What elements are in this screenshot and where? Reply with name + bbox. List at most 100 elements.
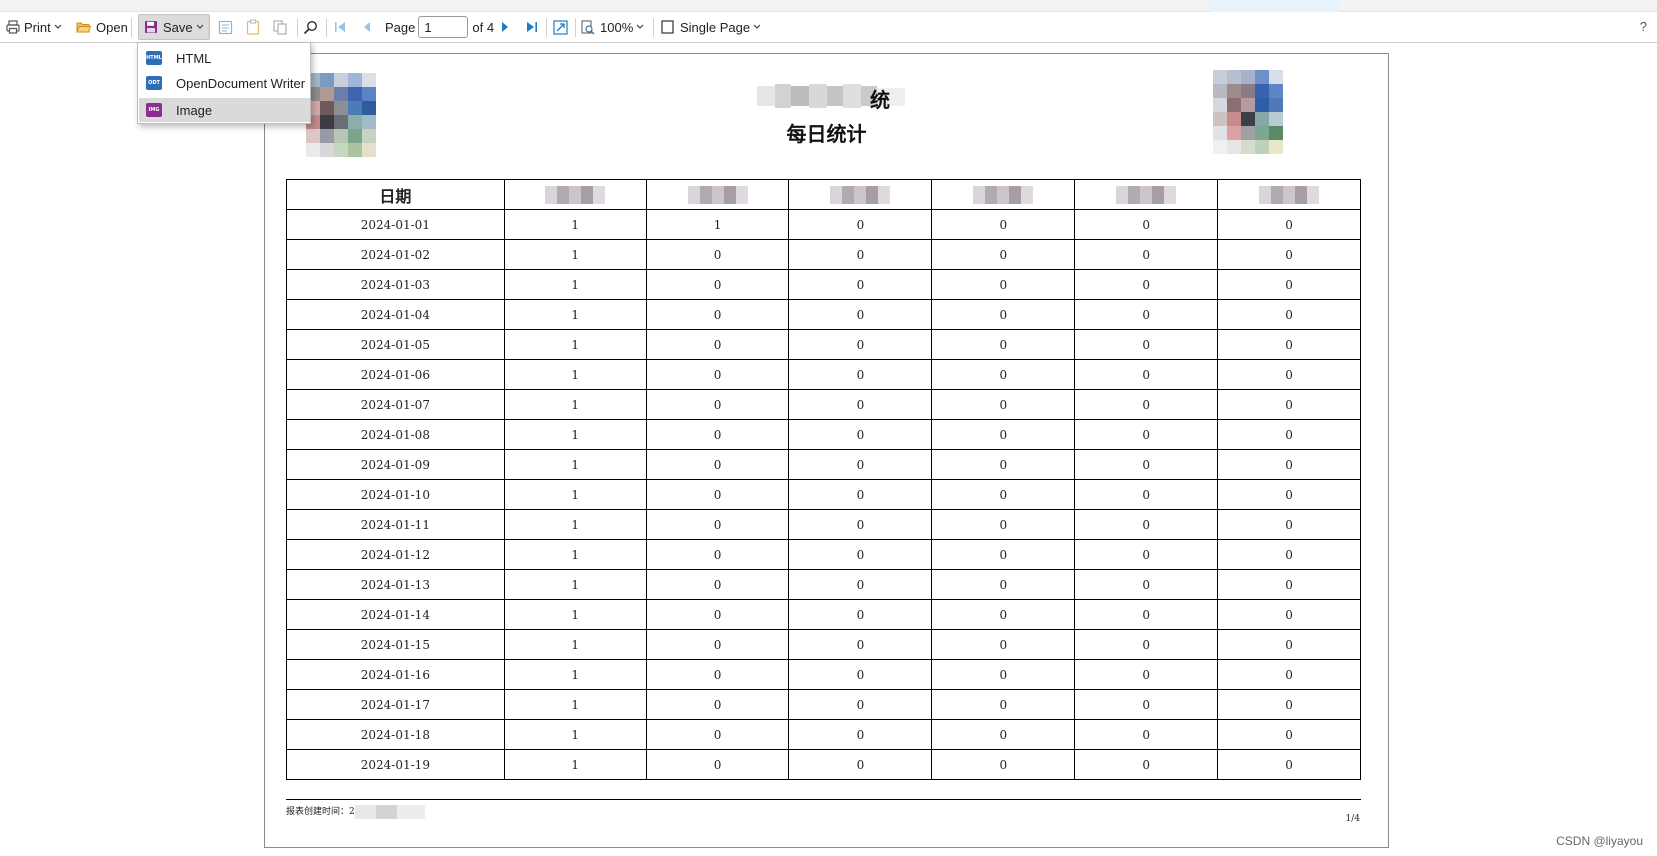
previous-page-button[interactable]: [362, 12, 372, 42]
date-cell: 2024-01-15: [286, 629, 505, 660]
value-cell: 0: [645, 599, 790, 630]
redacted-header: [973, 186, 1034, 205]
value-cell: 0: [645, 419, 790, 450]
date-cell: 2024-01-16: [286, 659, 505, 690]
value-cell: 0: [1217, 689, 1361, 720]
help-button[interactable]: ?: [1640, 19, 1647, 34]
value-cell: 0: [1074, 569, 1219, 600]
value-cell: 0: [1217, 299, 1361, 330]
value-cell: 0: [1217, 719, 1361, 750]
toolbar-divider: [208, 18, 209, 37]
value-cell: 1: [503, 269, 647, 300]
copy-button[interactable]: [273, 12, 287, 42]
save-button[interactable]: Save: [138, 14, 210, 40]
table-row: 2024-01-13 1 0 0 0 0 0: [286, 569, 1361, 600]
page-number-input[interactable]: [418, 16, 469, 38]
next-page-button[interactable]: [500, 12, 510, 42]
fit-page-button[interactable]: [553, 12, 568, 42]
clipboard-button[interactable]: [246, 12, 260, 42]
value-cell: 0: [645, 269, 790, 300]
value-cell: 0: [1074, 749, 1219, 780]
value-cell: 0: [1074, 629, 1219, 660]
value-cell: 0: [1217, 599, 1361, 630]
value-cell: 0: [931, 569, 1076, 600]
value-cell: 1: [503, 749, 647, 780]
export-document-button[interactable]: [218, 12, 233, 42]
watermark-text: CSDN @liyayou: [1556, 834, 1643, 848]
open-label: Open: [96, 19, 128, 35]
value-cell: 0: [1074, 659, 1219, 690]
report-page: 统 每日统计 日期 2024-01-01 1 1 0 0 0 0 2024-01-02 1 0 0 0…: [264, 53, 1389, 848]
value-cell: 0: [645, 689, 790, 720]
value-cell: 0: [788, 599, 933, 630]
redacted-header: [687, 186, 748, 205]
value-cell: 1: [503, 629, 647, 660]
last-page-button[interactable]: [526, 12, 538, 42]
value-cell: 0: [1217, 359, 1361, 390]
value-cell: 1: [503, 509, 647, 540]
last-page-icon: [526, 21, 538, 33]
value-cell: 1: [503, 359, 647, 390]
menu-item-opendocument-writer[interactable]: ODT OpenDocument Writer: [139, 71, 310, 95]
value-cell: 0: [1074, 599, 1219, 630]
first-page-button[interactable]: [334, 12, 346, 42]
value-cell: 0: [1074, 329, 1219, 360]
find-button[interactable]: [303, 12, 318, 42]
value-cell: 0: [788, 389, 933, 420]
table-row: 2024-01-12 1 0 0 0 0 0: [286, 539, 1361, 570]
value-cell: 0: [931, 449, 1076, 480]
print-button[interactable]: Print: [6, 12, 62, 42]
value-cell: 0: [931, 239, 1076, 270]
value-cell: 0: [645, 479, 790, 510]
value-cell: 0: [788, 269, 933, 300]
value-cell: 0: [1074, 239, 1219, 270]
print-label: Print: [24, 19, 51, 35]
value-cell: 1: [503, 599, 647, 630]
value-cell: 0: [931, 509, 1076, 540]
date-cell: 2024-01-13: [286, 569, 505, 600]
odt-file-icon: ODT: [146, 76, 162, 90]
menu-item-html[interactable]: HTML HTML: [139, 46, 310, 70]
value-cell: 0: [1217, 419, 1361, 450]
date-cell: 2024-01-04: [286, 299, 505, 330]
date-cell: 2024-01-12: [286, 539, 505, 570]
view-mode-select[interactable]: Single Page: [661, 12, 761, 42]
value-cell: 1: [503, 389, 647, 420]
value-cell: 0: [788, 719, 933, 750]
save-label: Save: [163, 19, 193, 35]
column-header-redacted: [788, 179, 933, 210]
zoom-select[interactable]: 100%: [581, 12, 644, 42]
value-cell: 0: [1074, 299, 1219, 330]
chevron-down-icon: [54, 24, 62, 30]
menu-item-image[interactable]: IMG Image: [139, 98, 310, 122]
date-cell: 2024-01-14: [286, 599, 505, 630]
value-cell: 0: [788, 239, 933, 270]
page-indicator: 1/4: [1345, 814, 1360, 824]
toolbar-divider: [297, 18, 298, 37]
value-cell: 0: [788, 629, 933, 660]
value-cell: 1: [503, 449, 647, 480]
value-cell: 0: [1074, 269, 1219, 300]
value-cell: 1: [503, 539, 647, 570]
value-cell: 0: [1217, 389, 1361, 420]
value-cell: 0: [788, 359, 933, 390]
expand-icon: [553, 19, 568, 35]
value-cell: 0: [645, 629, 790, 660]
column-header-redacted: [1217, 179, 1361, 210]
page-navigator: Page of 4: [385, 12, 494, 42]
column-header-redacted: [503, 179, 647, 210]
value-cell: 1: [645, 209, 790, 240]
date-cell: 2024-01-07: [286, 389, 505, 420]
folder-icon: [76, 21, 91, 34]
table-row: 2024-01-15 1 0 0 0 0 0: [286, 629, 1361, 660]
value-cell: 0: [931, 539, 1076, 570]
next-page-icon: [500, 21, 510, 33]
report-title-partial: 统: [870, 88, 890, 112]
open-button[interactable]: Open: [76, 12, 128, 42]
value-cell: 0: [788, 659, 933, 690]
table-row: 2024-01-11 1 0 0 0 0 0: [286, 509, 1361, 540]
column-header-redacted: [931, 179, 1076, 210]
top-strip-highlight: [1210, 0, 1340, 12]
value-cell: 0: [1074, 209, 1219, 240]
report-title: 每日统计: [786, 122, 867, 146]
